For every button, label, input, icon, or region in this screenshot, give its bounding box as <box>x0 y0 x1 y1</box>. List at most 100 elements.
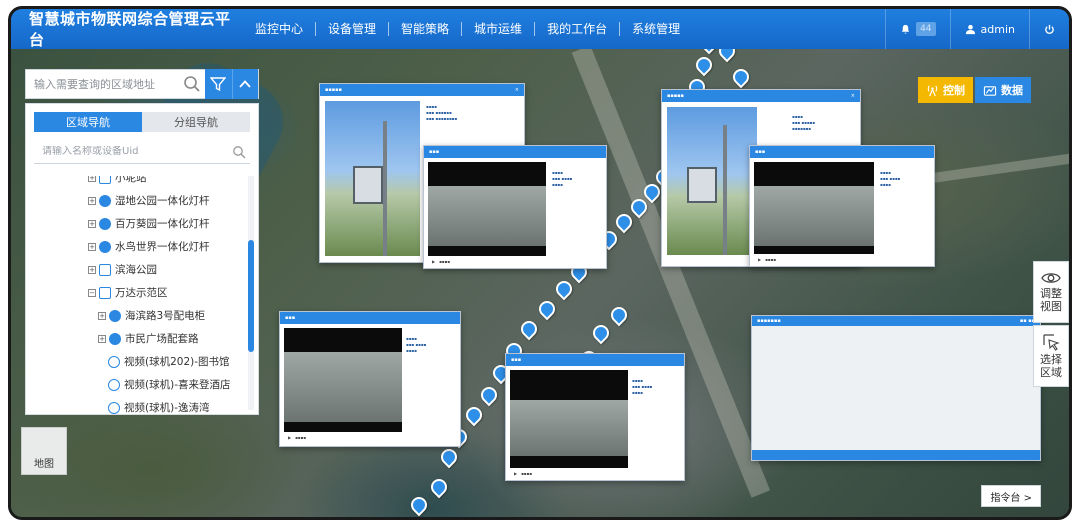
tree-item[interactable]: + 市民广场配套路 <box>26 327 244 350</box>
camera-icon <box>108 378 120 391</box>
device-marker[interactable] <box>427 475 451 499</box>
collapse-panel-button[interactable] <box>231 69 259 99</box>
notification-button[interactable]: 44 <box>885 9 949 49</box>
expand-toggle-icon[interactable]: + <box>88 176 96 182</box>
device-marker[interactable] <box>535 297 559 321</box>
expand-toggle-icon[interactable]: + <box>98 334 106 343</box>
tree-item-label: 市民广场配套路 <box>125 333 199 345</box>
filter-button[interactable] <box>205 69 232 99</box>
light-pole-icon <box>109 332 121 345</box>
device-marker[interactable] <box>552 277 576 301</box>
control-label: 控制 <box>943 84 965 97</box>
video-popup-4: ▪▪▪ ▶ ▪▪▪▪ ▪▪▪▪ ▪▪▪ ▪▪▪▪ ▪▪▪▪ <box>505 353 685 481</box>
tree-item[interactable]: + 水鸟世界一体化灯杆 <box>26 235 244 258</box>
device-marker[interactable] <box>437 445 461 469</box>
tree-item-label: 视频(球机)-逸涛湾 <box>124 402 210 414</box>
tree-item-label: 海滨路3号配电柜 <box>125 310 206 322</box>
nav-item-system[interactable]: 系统管理 <box>620 22 692 36</box>
platform-preview: ▪▪▪▪▪▪▪ ▪▪ ▪▪ <box>751 315 1041 461</box>
data-button[interactable]: 数据 <box>975 77 1031 103</box>
nav-item-workbench[interactable]: 我的工作台 <box>535 22 621 36</box>
nav-item-operations[interactable]: 城市运维 <box>462 22 536 36</box>
tree-item[interactable]: + 湿地公园一体化灯杆 <box>26 189 244 212</box>
nav-item-strategy[interactable]: 智能策略 <box>389 22 463 36</box>
device-marker[interactable] <box>715 49 739 63</box>
popup-header: ▪▪▪▪▪ × <box>320 84 524 96</box>
video-player[interactable]: ▶ ▪▪▪▪ <box>510 370 628 478</box>
notification-count: 44 <box>916 22 936 36</box>
device-marker[interactable] <box>517 317 541 341</box>
cursor-select-icon <box>1043 334 1060 351</box>
device-marker[interactable] <box>589 321 613 345</box>
device-marker[interactable] <box>407 493 431 517</box>
device-marker[interactable] <box>462 403 486 427</box>
area-icon <box>99 263 111 276</box>
video-player[interactable]: ▶ ▪▪▪▪ <box>284 328 402 442</box>
search-button[interactable] <box>179 70 205 98</box>
popup-header: ▪▪▪ <box>280 312 460 324</box>
expand-toggle-icon[interactable]: + <box>98 311 106 320</box>
tree-item[interactable]: + 百万葵园一体化灯杆 <box>26 212 244 235</box>
nav-item-monitor[interactable]: 监控中心 <box>243 22 317 36</box>
select-area-label: 选择区域 <box>1040 353 1062 379</box>
main-nav: 监控中心 设备管理 智能策略 城市运维 我的工作台 系统管理 <box>243 9 692 49</box>
tree-item[interactable]: 视频(球机)-喜来登酒店 <box>26 373 244 396</box>
device-search-input[interactable] <box>34 146 232 157</box>
tree-item-label: 万达示范区 <box>115 287 168 299</box>
expand-toggle-icon[interactable]: + <box>88 242 96 251</box>
device-marker[interactable] <box>697 49 721 55</box>
tree-item[interactable]: − 万达示范区 <box>26 281 244 304</box>
area-icon <box>99 286 111 299</box>
username: admin <box>980 22 1015 36</box>
tree-item[interactable]: 视频(球机202)-图书馆 <box>26 350 244 373</box>
video-popup-2: ▪▪▪ ▶ ▪▪▪▪ ▪▪▪▪ ▪▪▪ ▪▪▪▪ ▪▪▪▪ <box>749 145 935 267</box>
tree-item-label: 滨海公园 <box>115 264 157 276</box>
tab-area-nav[interactable]: 区域导航 <box>34 112 142 132</box>
adjust-view-button[interactable]: 调整视图 <box>1033 261 1069 323</box>
search-icon[interactable] <box>232 145 246 159</box>
nav-item-devices[interactable]: 设备管理 <box>316 22 390 36</box>
device-photo <box>325 101 420 256</box>
tab-group-nav[interactable]: 分组导航 <box>142 112 250 132</box>
tree-scrollbar[interactable] <box>248 176 254 410</box>
tree-item[interactable]: + 滨海公园 <box>26 258 244 281</box>
console-button[interactable]: 指令台 > <box>981 485 1041 507</box>
expand-toggle-icon[interactable]: + <box>88 219 96 228</box>
area-icon <box>99 176 111 184</box>
search-icon <box>184 76 200 92</box>
expand-toggle-icon[interactable]: − <box>88 288 96 297</box>
device-photo <box>667 107 757 255</box>
device-marker[interactable] <box>477 383 501 407</box>
popup-header: ▪▪▪▪▪▪▪ ▪▪ ▪▪ <box>752 316 1040 326</box>
bell-icon <box>901 24 910 34</box>
tree-item-label: 百万葵园一体化灯杆 <box>115 218 210 230</box>
video-player[interactable]: ▶ ▪▪▪▪ <box>428 162 546 266</box>
control-button[interactable]: 控制 <box>918 77 973 103</box>
device-search <box>34 140 250 164</box>
area-search-input[interactable] <box>26 70 179 98</box>
expand-toggle-icon[interactable]: + <box>88 196 96 205</box>
popup-header: ▪▪▪ <box>424 146 606 158</box>
tree-item[interactable]: + 海滨路3号配电柜 <box>26 304 244 327</box>
select-area-button[interactable]: 选择区域 <box>1033 325 1069 387</box>
device-marker[interactable] <box>612 210 636 234</box>
popup-header: ▪▪▪ <box>750 146 934 158</box>
signal-tower-icon <box>927 85 938 96</box>
tree-item-label: 湿地公园一体化灯杆 <box>115 195 210 207</box>
user-menu[interactable]: admin <box>949 9 1029 49</box>
tree-item[interactable]: + 小坭站 <box>26 176 244 189</box>
video-player[interactable]: ▶ ▪▪▪▪ <box>754 162 874 264</box>
tree-item-label: 视频(球机202)-图书馆 <box>124 356 230 368</box>
device-marker[interactable] <box>729 65 753 89</box>
app-frame: 智慧城市物联网综合管理云平台 监控中心 设备管理 智能策略 城市运维 我的工作台… <box>8 6 1072 520</box>
map-tools: 调整视图 选择区域 <box>1033 261 1069 389</box>
map-type-toggle[interactable]: 地图 <box>21 427 67 475</box>
device-marker[interactable] <box>607 303 631 327</box>
expand-toggle-icon[interactable]: + <box>88 265 96 274</box>
nav-tabs: 区域导航 分组导航 <box>26 104 258 132</box>
logout-button[interactable] <box>1029 9 1069 49</box>
scroll-thumb[interactable] <box>248 240 254 352</box>
tree-item[interactable]: 视频(球机)-逸涛湾 <box>26 396 244 414</box>
camera-icon <box>108 355 120 368</box>
device-marker[interactable] <box>692 53 716 77</box>
